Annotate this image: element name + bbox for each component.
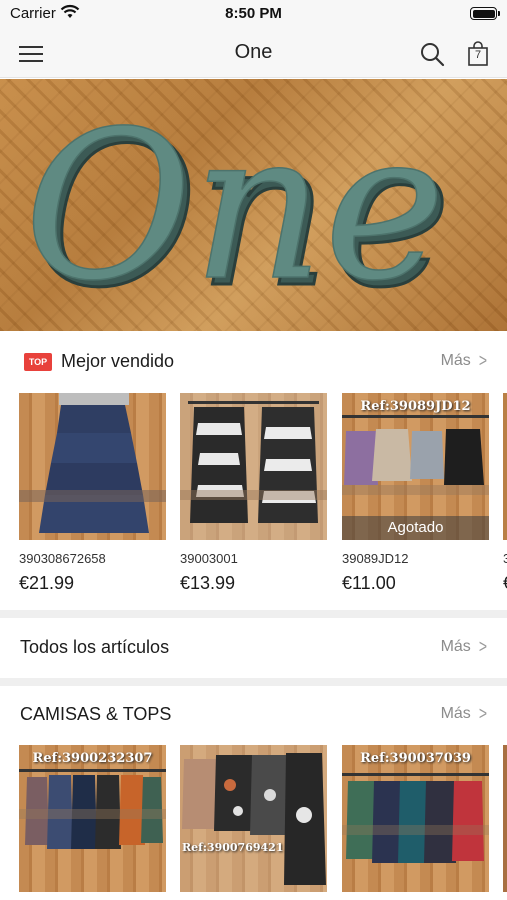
product-price: €13.99	[180, 573, 236, 593]
product-image: Ref:39089JD12 Agotado	[342, 393, 489, 540]
cart-count-badge: 7	[474, 49, 482, 61]
chevron-right-icon: >	[478, 702, 487, 724]
navigation-bar: One 7	[0, 30, 507, 78]
product-image	[19, 393, 166, 540]
product-image: Ref:390037039	[342, 745, 489, 892]
product-image: Ref:3900769421	[180, 745, 327, 892]
product-image	[180, 393, 327, 540]
best-sellers-header: TOP Mejor vendido Más >	[0, 332, 507, 392]
wood-logo-graphic: One One	[23, 87, 453, 331]
battery-icon	[470, 7, 500, 20]
product-sku-peek: 3	[503, 551, 507, 566]
clock: 8:50 PM	[225, 5, 282, 22]
search-icon[interactable]	[419, 41, 445, 67]
best-sellers-more-link[interactable]: Más >	[440, 349, 487, 371]
status-bar: Carrier 8:50 PM	[0, 0, 507, 30]
chevron-right-icon: >	[478, 635, 487, 657]
section-divider	[0, 610, 507, 618]
product-ref-label: Ref:39089JD12	[360, 399, 471, 414]
product-sku: 390308672658	[19, 551, 106, 566]
product-ref-label: Ref:3900769421	[182, 841, 284, 854]
hero-logo-face: One	[24, 88, 445, 326]
product-image-peek[interactable]	[503, 745, 507, 892]
shirts-tops-more-link[interactable]: Más >	[440, 702, 487, 724]
shopping-bag-icon[interactable]: 7	[467, 40, 489, 67]
more-label: Más	[440, 705, 471, 722]
chevron-right-icon: >	[478, 349, 487, 371]
product-price-peek: €	[503, 573, 507, 594]
top-badge: TOP	[24, 353, 52, 371]
more-label: Más	[440, 352, 471, 369]
all-items-more-link[interactable]: Más >	[440, 635, 487, 657]
product-sku: 39003001	[180, 551, 238, 566]
product-price: €21.99	[19, 573, 75, 593]
product-image: Ref:3900232307	[19, 745, 166, 892]
product-ref-label: Ref:390037039	[360, 751, 471, 766]
product-image-peek[interactable]	[503, 393, 507, 540]
sold-out-overlay: Agotado	[342, 516, 489, 540]
best-sellers-title: Mejor vendido	[61, 351, 175, 371]
all-items-row[interactable]: Todos los artículos Más >	[0, 618, 507, 678]
shirts-tops-title: CAMISAS & TOPS	[20, 704, 172, 724]
product-ref-label: Ref:3900232307	[32, 751, 153, 766]
shirts-tops-header: CAMISAS & TOPS Más >	[0, 685, 507, 745]
all-items-title: Todos los artículos	[20, 637, 170, 657]
more-label: Más	[440, 638, 471, 655]
product-price: €11.00	[342, 573, 396, 593]
product-sku: 39089JD12	[342, 551, 409, 566]
hero-banner[interactable]: One One	[0, 79, 507, 331]
